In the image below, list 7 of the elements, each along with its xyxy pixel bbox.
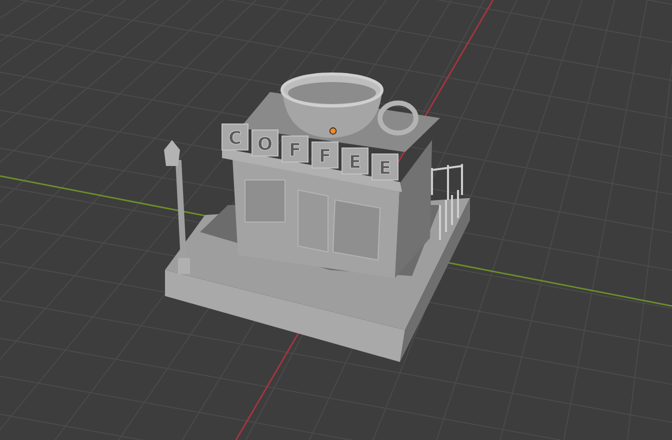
sign-letter: E [348,152,362,173]
sign-letter: C [228,128,242,149]
origin-point [329,127,337,135]
sign-letter: F [318,146,332,167]
sign-letter: O [257,134,273,155]
sign-letter: F [288,140,302,161]
sign-letter: E [378,158,392,179]
